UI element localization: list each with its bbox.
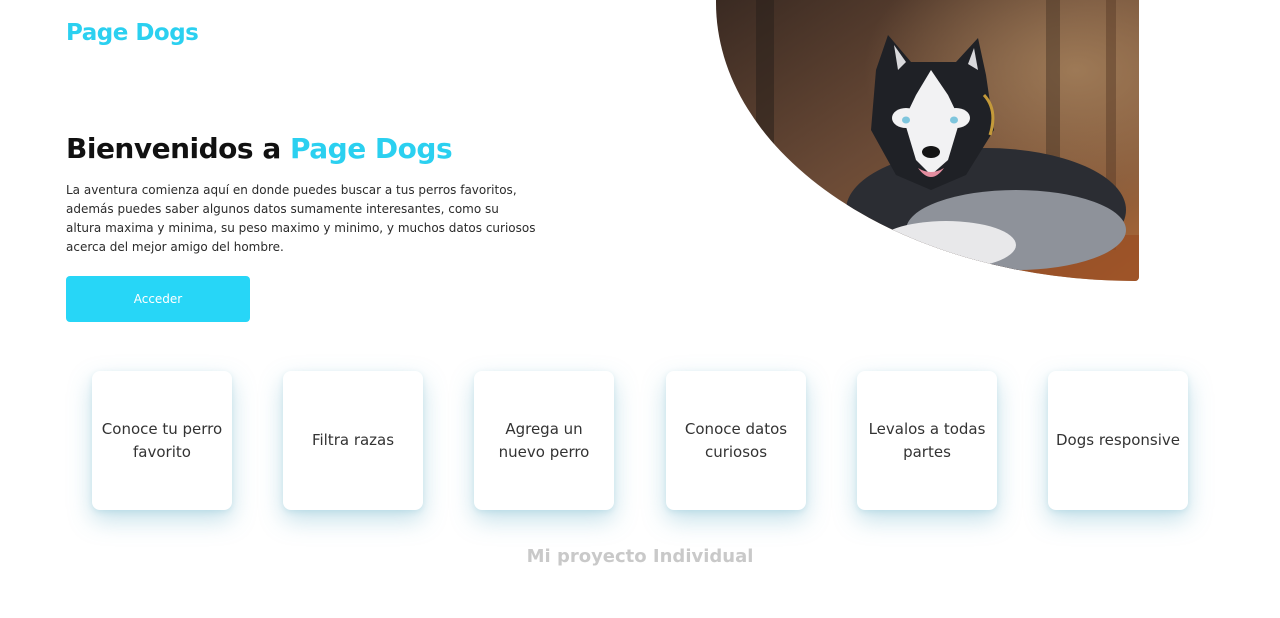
feature-card-label: Filtra razas [311,431,395,449]
hero-title-prefix: Bienvenidos a [66,132,290,165]
feature-card-label: Conoce datos curiosos [684,419,788,461]
feature-card[interactable]: Conoce tu perro favorito [92,371,232,510]
hero-title: Bienvenidos a Page Dogs [66,132,453,165]
husky-dog-image [716,0,1139,281]
hero-title-accent: Page Dogs [289,132,453,165]
feature-card-label: Levalos a todas partes [868,419,986,461]
feature-card[interactable]: Dogs responsive [1048,371,1188,510]
feature-card-label: Conoce tu perro favorito [101,419,223,461]
feature-card[interactable]: Filtra razas [283,371,423,510]
hero-description: La aventura comienza aquí en donde puede… [66,183,536,254]
feature-card-label: Agrega un nuevo perro [498,419,590,461]
footer-text: Mi proyecto Individual [526,546,754,567]
site-logo[interactable]: Page Dogs [66,20,199,46]
feature-card[interactable]: Agrega un nuevo perro [474,371,614,510]
feature-card[interactable]: Conoce datos curiosos [666,371,806,510]
feature-card-label: Dogs responsive [1055,431,1180,449]
feature-cards: Conoce tu perro favorito Filtra razas Ag… [92,371,1188,510]
access-button[interactable]: Acceder [66,276,250,322]
landing-page: Page Dogs Bienvenidos a Page Dogs La ave… [0,0,1280,618]
feature-card[interactable]: Levalos a todas partes [857,371,997,510]
husky-illustration [716,0,1139,281]
